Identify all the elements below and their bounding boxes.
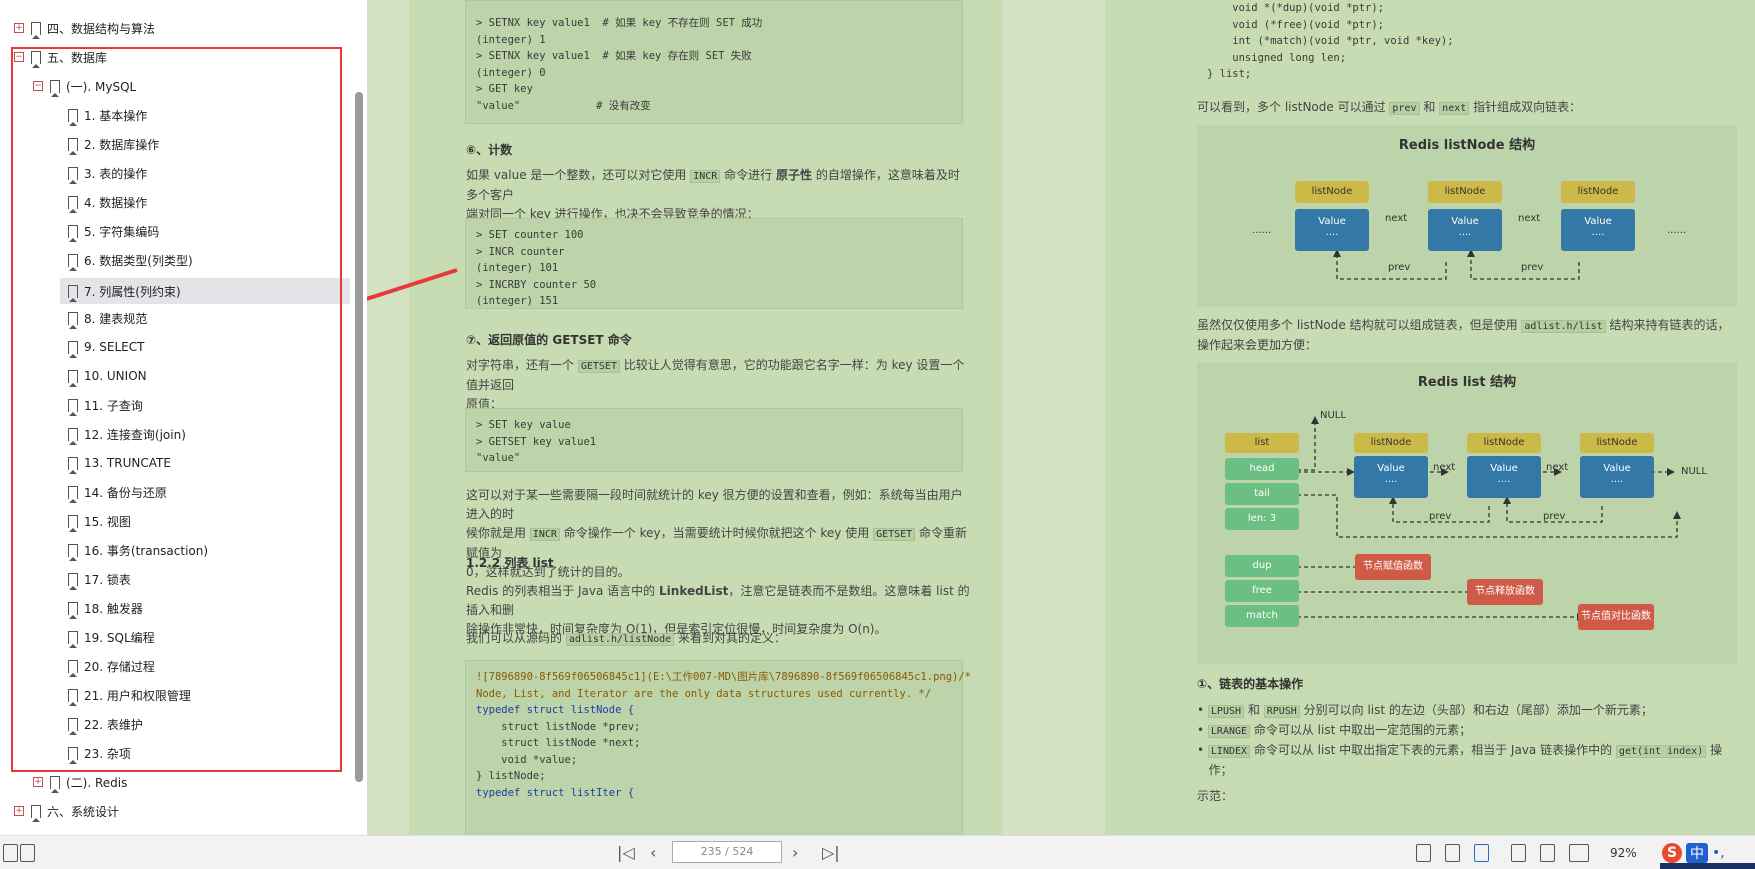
ime-indicator[interactable]: S 中 •, bbox=[1662, 842, 1725, 864]
para-count: 如果 value 是一个整数，还可以对它使用 INCR 命令进行 原子性 的自增… bbox=[466, 168, 960, 221]
document-view: > SETNX key value1 # 如果 key 不存在则 SET 成功(… bbox=[367, 0, 1755, 835]
value-box: Value.... bbox=[1561, 209, 1635, 251]
toc-item-redis[interactable]: + (二). Redis bbox=[33, 771, 127, 793]
last-page-icon[interactable]: ▷| bbox=[822, 843, 840, 862]
para-list-struct: 虽然仅仅使用多个 listNode 结构就可以组成链表，但是使用 adlist.… bbox=[1197, 318, 1730, 352]
single-page-icon[interactable] bbox=[1416, 844, 1431, 862]
zoom-select[interactable]: 92% bbox=[1610, 846, 1637, 860]
annotation-arrow bbox=[367, 268, 458, 301]
fit-width-icon[interactable] bbox=[1474, 844, 1489, 862]
heading-getset: ⑦、返回原值的 GETSET 命令 bbox=[466, 333, 632, 347]
value-box: Value.... bbox=[1354, 456, 1428, 498]
next-page-icon[interactable]: › bbox=[792, 843, 798, 862]
toc-item-system-design[interactable]: + 六、系统设计 bbox=[14, 800, 119, 822]
bullet-list: • LPUSH 和 RPUSH 分别可以向 list 的左边（头部）和右边（尾部… bbox=[1197, 703, 1723, 777]
two-page-icon[interactable] bbox=[1569, 844, 1589, 862]
value-box: Value.... bbox=[1295, 209, 1369, 251]
fit-page-icon[interactable] bbox=[1445, 844, 1460, 862]
sidebar-scrollbar[interactable] bbox=[355, 92, 363, 782]
diagram-list: Redis list 结构 NULL NULL list head tail l… bbox=[1197, 362, 1737, 664]
page-left: > SETNX key value1 # 如果 key 不存在则 SET 成功(… bbox=[409, 0, 1002, 835]
code-list-struct: void *(*dup)(void *ptr); void (*free)(vo… bbox=[1207, 2, 1454, 80]
toc-item-data-structures[interactable]: + 四、数据结构与算法 bbox=[14, 17, 155, 39]
heading-list: 1.2.2 列表 list bbox=[466, 556, 554, 570]
bookmark-icon bbox=[50, 775, 60, 789]
first-page-icon[interactable]: |◁ bbox=[617, 843, 635, 862]
page-number-input[interactable]: 235 / 524 bbox=[672, 841, 782, 863]
code-getset: > SET key value > GETSET key value1 "value… bbox=[465, 408, 963, 472]
para-getset: 对字符串，还有一个 GETSET 比较让人觉得有意思，它的功能跟它名字一样：为 … bbox=[466, 358, 965, 411]
para-source: 我们可以从源码的 adlist.h/listNode 来看到对其的定义： bbox=[466, 631, 787, 646]
bookmark-icon bbox=[31, 21, 41, 35]
sidebar-toggle-icon[interactable] bbox=[3, 844, 18, 862]
code-setnx: > SETNX key value1 # 如果 key 不存在则 SET 成功(… bbox=[465, 0, 963, 124]
expand-icon[interactable]: + bbox=[33, 777, 43, 787]
bottom-toolbar: |◁ ‹ 235 / 524 › ▷| 92% S 中 •, bbox=[0, 835, 1755, 869]
continuous-icon[interactable] bbox=[1511, 844, 1526, 862]
listnode-label: listNode bbox=[1428, 181, 1502, 203]
taskbar-strip bbox=[1660, 863, 1755, 869]
diagram-listnode: Redis listNode 结构 ...... ...... listNode… bbox=[1197, 125, 1737, 307]
expand-icon[interactable]: + bbox=[14, 806, 24, 816]
prev-page-icon[interactable]: ‹ bbox=[650, 843, 656, 862]
listnode-label: listNode bbox=[1295, 181, 1369, 203]
heading-basic-ops: ①、链表的基本操作 bbox=[1197, 677, 1304, 691]
para-demo: 示范： bbox=[1197, 789, 1234, 803]
heading-count: ⑥、计数 bbox=[466, 143, 513, 157]
code-listnode: ![7896890-8f569f06506845c1](E:\工作007-MD\… bbox=[465, 660, 971, 835]
value-box: Value.... bbox=[1467, 456, 1541, 498]
bookmark-icon bbox=[31, 804, 41, 818]
value-box: Value.... bbox=[1428, 209, 1502, 251]
export-icon[interactable] bbox=[20, 844, 35, 862]
highlight-box bbox=[11, 47, 342, 772]
expand-icon[interactable]: + bbox=[14, 23, 24, 33]
bookmark-sidebar: + 四、数据结构与算法 − 五、数据库 − (一). MySQL 1. 基本操作 2.… bbox=[0, 0, 367, 835]
value-box: Value.... bbox=[1580, 456, 1654, 498]
code-incr: > SET counter 100 > INCR counter (integer)… bbox=[465, 218, 963, 309]
list-label: list bbox=[1225, 433, 1299, 453]
sogou-icon: S bbox=[1662, 843, 1682, 863]
page-right: void *(*dup)(void *ptr); void (*free)(vo… bbox=[1105, 0, 1755, 835]
listnode-label: listNode bbox=[1561, 181, 1635, 203]
scroll-icon[interactable] bbox=[1540, 844, 1555, 862]
para-listnode: 可以看到，多个 listNode 可以通过 prev 和 next 指针组成双向… bbox=[1197, 100, 1582, 115]
